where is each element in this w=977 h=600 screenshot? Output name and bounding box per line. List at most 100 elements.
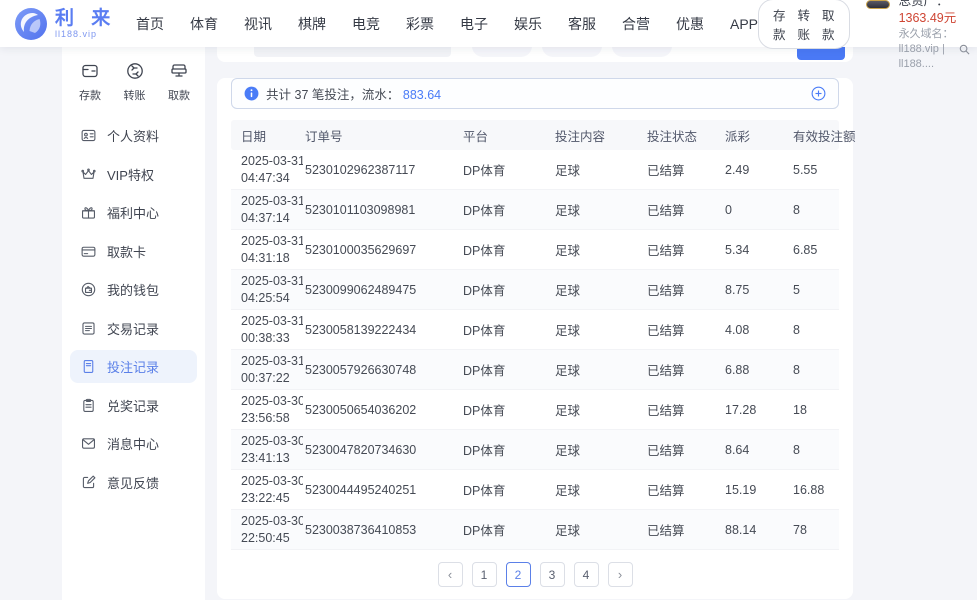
cell-valid-amount: 78 bbox=[793, 522, 807, 537]
nav-item-优惠[interactable]: 优惠 bbox=[676, 14, 704, 34]
sidebar-item-交易记录[interactable]: 交易记录 bbox=[70, 312, 197, 345]
mail-icon bbox=[80, 435, 97, 452]
nav-item-体育[interactable]: 体育 bbox=[190, 14, 218, 34]
info-icon bbox=[244, 86, 259, 101]
search-icon[interactable] bbox=[959, 44, 970, 55]
sidebar-item-个人资料[interactable]: 个人资料 bbox=[70, 119, 197, 152]
cell-content: 足球 bbox=[555, 324, 581, 338]
column-header: 日期 bbox=[241, 129, 267, 144]
sidebar-item-我的钱包[interactable]: 我的钱包 bbox=[70, 273, 197, 306]
filter-bar-cutoff bbox=[217, 47, 853, 62]
column-header: 有效投注额 bbox=[793, 129, 856, 144]
sidebar-quick-取款[interactable]: 取款 bbox=[167, 59, 191, 103]
nav-item-客服[interactable]: 客服 bbox=[568, 14, 596, 34]
cell-platform: DP体育 bbox=[463, 244, 506, 258]
cell-payout: 5.34 bbox=[725, 242, 750, 257]
nav-item-首页[interactable]: 首页 bbox=[136, 14, 164, 34]
transactions-icon bbox=[80, 320, 97, 337]
cell-order-no: 5230058139222434 bbox=[305, 322, 417, 337]
sidebar-quick-转账[interactable]: 转账 bbox=[123, 59, 147, 103]
assets-label: 总资产： bbox=[898, 0, 949, 9]
header-quick-actions: 存款 转账 取款 bbox=[758, 0, 850, 49]
nav-item-娱乐[interactable]: 娱乐 bbox=[514, 14, 542, 34]
cell-datetime: 2025-03-30 22:50:45 bbox=[241, 514, 303, 545]
cell-datetime: 2025-03-30 23:22:45 bbox=[241, 474, 303, 505]
table-row: 2025-03-30 23:56:58 5230050654036202 DP体育 足球… bbox=[231, 390, 839, 430]
sidebar-quick-actions: 存款 转账 取款 bbox=[62, 47, 205, 107]
filter-input-fragment[interactable] bbox=[254, 47, 451, 57]
page-button-1[interactable]: 1 bbox=[471, 562, 497, 587]
cell-payout: 17.28 bbox=[725, 402, 757, 417]
filter-chip-fragment[interactable] bbox=[542, 47, 602, 57]
cell-payout: 8.75 bbox=[725, 282, 750, 297]
sidebar-item-VIP特权[interactable]: VIP特权 bbox=[70, 158, 197, 191]
column-header: 平台 bbox=[463, 129, 489, 144]
domain-line: 永久域名：ll188.vip | ll188.... bbox=[899, 27, 971, 72]
cell-status: 已结算 bbox=[647, 244, 685, 258]
sidebar-item-消息中心[interactable]: 消息中心 bbox=[70, 427, 197, 460]
vip-badge bbox=[865, 0, 890, 10]
user-block[interactable]: anxin3399总资产：1363.49元 永久域名：ll188.vip | l… bbox=[863, 0, 971, 72]
sidebar-item-意见反馈[interactable]: 意见反馈 bbox=[70, 466, 197, 499]
cell-status: 已结算 bbox=[647, 284, 685, 298]
column-header: 投注内容 bbox=[555, 129, 606, 144]
nav-item-电竞[interactable]: 电竞 bbox=[352, 14, 380, 34]
header-action-转账[interactable]: 转账 bbox=[798, 5, 811, 43]
cell-order-no: 5230050654036202 bbox=[305, 402, 417, 417]
cell-platform: DP体育 bbox=[463, 404, 506, 418]
table-body: 2025-03-31 04:47:34 5230102962387117 DP体育 足球… bbox=[231, 150, 839, 550]
table-row: 2025-03-30 23:41:13 5230047820734630 DP体育 足球… bbox=[231, 430, 839, 470]
cell-datetime: 2025-03-31 04:37:14 bbox=[241, 194, 303, 225]
page-next-button[interactable]: › bbox=[607, 562, 633, 587]
nav-item-视讯[interactable]: 视讯 bbox=[244, 14, 272, 34]
cell-status: 已结算 bbox=[647, 444, 685, 458]
column-header: 订单号 bbox=[305, 129, 343, 144]
sidebar-item-福利中心[interactable]: 福利中心 bbox=[70, 196, 197, 229]
page-button-2[interactable]: 2 bbox=[505, 562, 531, 587]
table-row: 2025-03-31 00:38:33 5230058139222434 DP体育 足球… bbox=[231, 310, 839, 350]
bet-record-icon bbox=[80, 358, 97, 375]
cell-content: 足球 bbox=[555, 244, 581, 258]
cell-datetime: 2025-03-31 00:37:22 bbox=[241, 354, 303, 385]
transfer-icon bbox=[123, 59, 147, 83]
header-action-取款[interactable]: 取款 bbox=[822, 5, 835, 43]
cell-status: 已结算 bbox=[647, 404, 685, 418]
cell-datetime: 2025-03-31 04:47:34 bbox=[241, 154, 303, 185]
column-header: 投注状态 bbox=[647, 129, 698, 144]
filter-chip-fragment[interactable] bbox=[612, 47, 672, 57]
cell-datetime: 2025-03-31 04:31:18 bbox=[241, 234, 303, 265]
table-row: 2025-03-31 04:31:18 5230100035629697 DP体育 足球… bbox=[231, 230, 839, 270]
page-button-3[interactable]: 3 bbox=[539, 562, 565, 587]
cell-valid-amount: 16.88 bbox=[793, 482, 825, 497]
page-prev-button[interactable]: ‹ bbox=[437, 562, 463, 587]
sidebar-item-投注记录[interactable]: 投注记录 bbox=[70, 350, 197, 383]
header-action-存款[interactable]: 存款 bbox=[773, 5, 786, 43]
nav-item-棋牌[interactable]: 棋牌 bbox=[298, 14, 326, 34]
cell-valid-amount: 8 bbox=[793, 322, 800, 337]
cell-platform: DP体育 bbox=[463, 284, 506, 298]
cell-status: 已结算 bbox=[647, 364, 685, 378]
sidebar-item-取款卡[interactable]: 取款卡 bbox=[70, 235, 197, 268]
cell-platform: DP体育 bbox=[463, 484, 506, 498]
main-nav: 首页 体育 视讯 棋牌 电竞 彩票 电子 娱乐 客服 合营 优惠 APP bbox=[136, 14, 758, 34]
bets-table: 日期 订单号 平台 投注内容 投注状态 派彩 有效投注额 2025-03-31 04:47:3… bbox=[231, 120, 856, 550]
nav-item-彩票[interactable]: 彩票 bbox=[406, 14, 434, 34]
nav-item-电子[interactable]: 电子 bbox=[460, 14, 488, 34]
plus-circle-icon[interactable] bbox=[811, 86, 826, 101]
search-button-fragment[interactable] bbox=[797, 47, 845, 60]
cell-status: 已结算 bbox=[647, 164, 685, 178]
nav-item-合营[interactable]: 合营 bbox=[622, 14, 650, 34]
cell-valid-amount: 5.55 bbox=[793, 162, 818, 177]
page-button-4[interactable]: 4 bbox=[573, 562, 599, 587]
nav-item-APP[interactable]: APP bbox=[730, 16, 758, 32]
sidebar-quick-存款[interactable]: 存款 bbox=[78, 59, 102, 103]
site-logo[interactable]: 利 来 ll188.vip bbox=[14, 7, 122, 41]
gift-icon bbox=[80, 204, 97, 221]
cell-payout: 8.64 bbox=[725, 442, 750, 457]
cell-status: 已结算 bbox=[647, 204, 685, 218]
sidebar-item-兑奖记录[interactable]: 兑奖记录 bbox=[70, 389, 197, 422]
filter-chip-fragment[interactable] bbox=[472, 47, 532, 57]
cell-platform: DP体育 bbox=[463, 364, 506, 378]
cell-valid-amount: 18 bbox=[793, 402, 807, 417]
cell-datetime: 2025-03-31 00:38:33 bbox=[241, 314, 303, 345]
